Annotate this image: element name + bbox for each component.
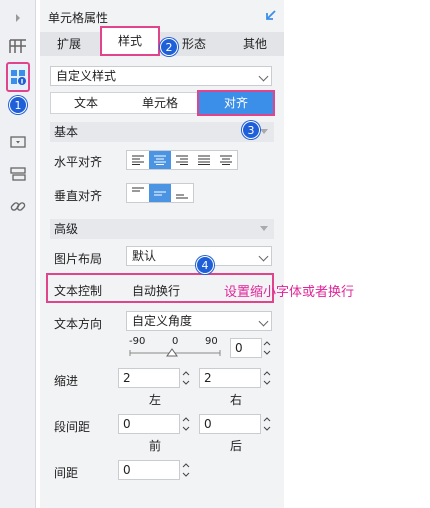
indent-left-stepper[interactable] [181, 368, 191, 388]
v-align-group [126, 183, 194, 203]
indent-right-caption: 右 [229, 393, 242, 407]
dock-pin-icon[interactable] [264, 8, 278, 22]
indent-label: 缩进 [54, 374, 79, 388]
align-middle-icon[interactable] [149, 184, 171, 202]
text-direction-label: 文本方向 [54, 317, 103, 331]
section-basic-title: 基本 [54, 125, 79, 139]
line-spacing-input[interactable]: 0 [118, 460, 180, 480]
style-select-value: 自定义样式 [56, 69, 117, 83]
collapse-triangle-icon [260, 129, 268, 134]
line-spacing-stepper[interactable] [181, 460, 191, 480]
chevron-down-icon [258, 316, 269, 327]
section-basic[interactable]: 基本 [50, 122, 274, 142]
image-layout-value: 默认 [132, 249, 157, 263]
step-badge-1: 1 [9, 96, 27, 114]
align-justify-icon[interactable] [193, 151, 215, 169]
indent-right-input[interactable]: 2 [199, 368, 261, 388]
indent-left-caption: 左 [148, 393, 161, 407]
subtab-cell[interactable]: 单元格 [125, 93, 195, 113]
table-grid-icon[interactable] [0, 32, 36, 60]
h-align-label: 水平对齐 [54, 155, 103, 169]
para-before-caption: 前 [148, 439, 161, 453]
step-badge-2: 2 [160, 38, 178, 56]
indent-right-stepper[interactable] [262, 368, 272, 388]
cell-properties-panel: 单元格属性 扩展 样式 形态 其他 自定义样式 文本 单元格 对齐 基本 水平对… [40, 0, 284, 508]
subtab-text[interactable]: 文本 [51, 93, 121, 113]
subtab-align[interactable]: 对齐 [197, 90, 275, 116]
panel-title: 单元格属性 [48, 11, 109, 25]
para-after-caption: 后 [229, 439, 242, 453]
section-advanced-title: 高级 [54, 222, 79, 236]
para-after-input[interactable]: 0 [199, 414, 261, 434]
indent-left-input[interactable]: 2 [118, 368, 180, 388]
para-before-stepper[interactable] [181, 414, 191, 434]
step-badge-4: 4 [196, 256, 214, 274]
layer-icon[interactable] [0, 160, 36, 188]
chevron-down-icon [258, 251, 269, 262]
align-center-icon[interactable] [149, 151, 171, 169]
h-align-group [126, 150, 238, 170]
para-after-stepper[interactable] [262, 414, 272, 434]
align-top-icon[interactable] [127, 184, 149, 202]
align-distribute-icon[interactable] [215, 151, 237, 169]
dropdown-widget-icon[interactable] [0, 128, 36, 156]
chevron-down-icon [258, 71, 269, 82]
annotation-text: 设置缩小字体或者换行 [224, 285, 355, 300]
image-layout-label: 图片布局 [54, 252, 103, 266]
step-badge-3: 3 [242, 121, 260, 139]
style-select[interactable]: 自定义样式 [50, 66, 272, 86]
tab-other[interactable]: 其他 [226, 32, 284, 56]
link-icon[interactable] [0, 192, 36, 220]
section-advanced[interactable]: 高级 [50, 219, 274, 239]
collapse-arrow-icon[interactable] [0, 4, 36, 32]
para-spacing-label: 段间距 [54, 420, 91, 434]
tab-style[interactable]: 样式 [100, 26, 160, 56]
align-right-icon[interactable] [171, 151, 193, 169]
text-direction-value: 自定义角度 [132, 314, 193, 328]
align-bottom-icon[interactable] [171, 184, 193, 202]
tab-extend[interactable]: 扩展 [40, 32, 98, 56]
cell-attribute-icon[interactable] [6, 62, 30, 92]
angle-slider[interactable] [128, 346, 222, 358]
text-direction-select[interactable]: 自定义角度 [126, 311, 272, 331]
icon-rail [0, 0, 36, 508]
v-align-label: 垂直对齐 [54, 189, 103, 203]
angle-input[interactable]: 0 [230, 338, 262, 358]
align-left-icon[interactable] [127, 151, 149, 169]
subtab-bar: 文本 单元格 对齐 [50, 90, 275, 116]
para-before-input[interactable]: 0 [118, 414, 180, 434]
angle-stepper[interactable] [262, 338, 272, 358]
line-spacing-label: 间距 [54, 466, 79, 480]
collapse-triangle-icon [260, 226, 268, 231]
